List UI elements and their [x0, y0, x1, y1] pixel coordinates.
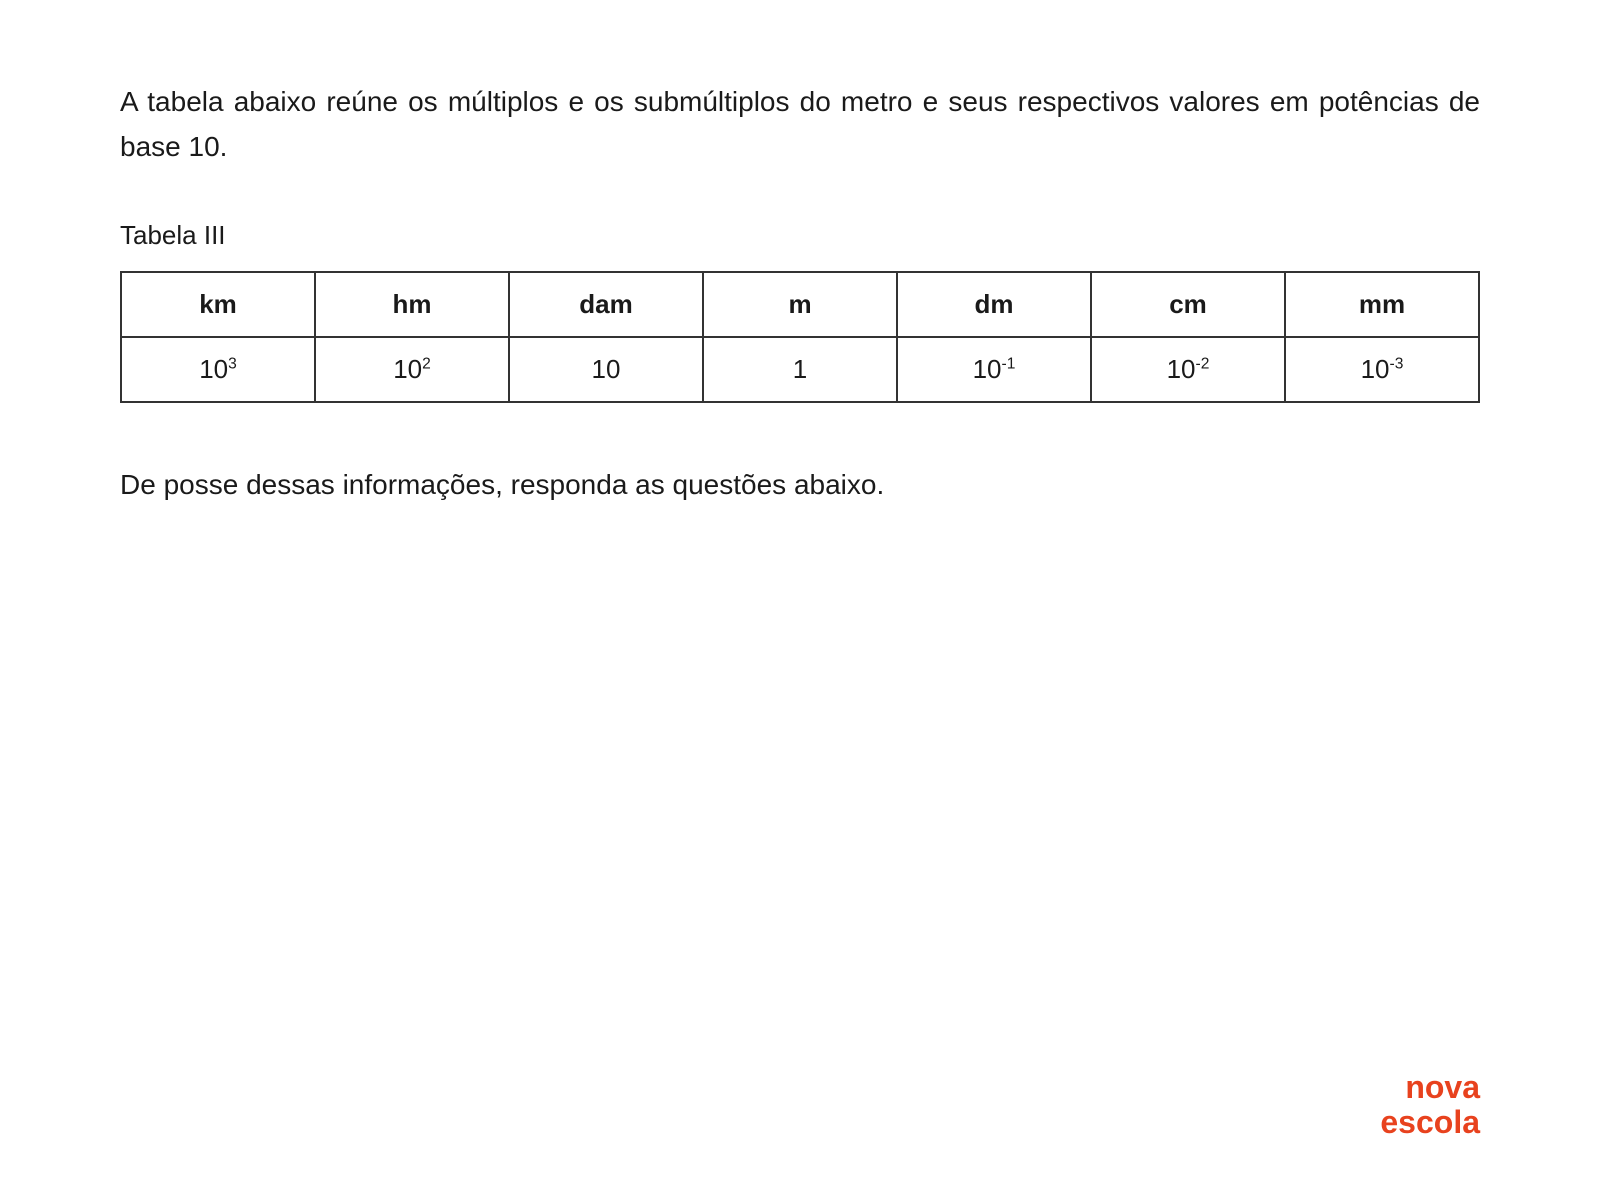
header-mm: mm [1285, 272, 1479, 337]
brand-logo: nova escola [1380, 1070, 1480, 1140]
value-mm: 10-3 [1285, 337, 1479, 402]
value-m: 1 [703, 337, 897, 402]
value-km: 103 [121, 337, 315, 402]
value-dam: 10 [509, 337, 703, 402]
header-km: km [121, 272, 315, 337]
header-cm: cm [1091, 272, 1285, 337]
value-dm: 10-1 [897, 337, 1091, 402]
brand-line2: escola [1380, 1104, 1480, 1140]
header-dam: dam [509, 272, 703, 337]
intro-paragraph: A tabela abaixo reúne os múltiplos e os … [120, 80, 1480, 170]
header-m: m [703, 272, 897, 337]
table-header-row: km hm dam m dm cm mm [121, 272, 1479, 337]
brand-line1: nova [1405, 1069, 1480, 1105]
table-values-row: 103 102 10 1 10-1 10-2 10-3 [121, 337, 1479, 402]
value-cm: 10-2 [1091, 337, 1285, 402]
header-dm: dm [897, 272, 1091, 337]
conclusion-paragraph: De posse dessas informações, responda as… [120, 463, 1480, 508]
value-hm: 102 [315, 337, 509, 402]
measurement-table: km hm dam m dm cm mm 103 102 10 1 10-1 1… [120, 271, 1480, 403]
header-hm: hm [315, 272, 509, 337]
table-label: Tabela III [120, 220, 1480, 251]
